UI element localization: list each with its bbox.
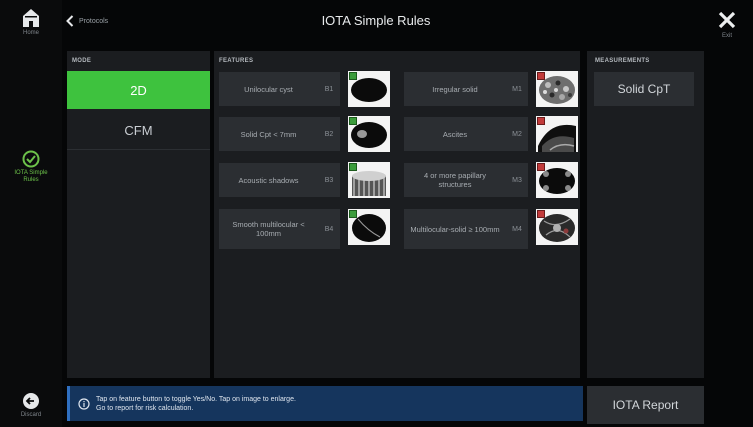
ultrasound-thumbnail-m2[interactable] [536, 116, 578, 152]
feature-label: Acoustic shadows [238, 175, 299, 185]
mode-header: MODE [72, 58, 92, 64]
left-rail: Home IOTA Simple Rules Discard [0, 0, 62, 427]
feature-code: B4 [324, 225, 334, 233]
feature-label: Irregular solid [432, 84, 478, 94]
feature-button-b1[interactable]: Unilocular cyst B1 [219, 72, 340, 106]
feature-button-m3[interactable]: 4 or more papillary structures M3 [404, 163, 528, 197]
ultrasound-thumbnail-m4[interactable] [536, 209, 578, 245]
feature-button-b4[interactable]: Smooth multilocular < 100mm B4 [219, 209, 340, 249]
feature-button-b2[interactable]: Solid Cpt < 7mm B2 [219, 117, 340, 151]
feature-code: M1 [512, 85, 522, 93]
discard-button[interactable]: Discard [0, 392, 62, 419]
mode-2d-button[interactable]: 2D [67, 71, 210, 109]
benign-marker-icon [349, 210, 357, 218]
iota-rules-nav[interactable]: IOTA Simple Rules [0, 150, 62, 184]
info-text: Tap on feature button to toggle Yes/No. … [96, 395, 296, 413]
info-bar: Tap on feature button to toggle Yes/No. … [67, 386, 583, 421]
feature-label: Smooth multilocular < 100mm [232, 220, 305, 238]
feature-button-b3[interactable]: Acoustic shadows B3 [219, 163, 340, 197]
discard-icon [23, 393, 39, 409]
feature-code: M3 [512, 176, 522, 184]
measurements-header: MEASUREMENTS [595, 58, 650, 64]
feature-button-m4[interactable]: Multilocular-solid ≥ 100mm M4 [404, 209, 528, 249]
info-icon [78, 397, 90, 410]
info-line-2: Go to report for risk calculation. [96, 404, 194, 412]
close-icon [718, 11, 736, 29]
check-circle-icon [22, 150, 40, 168]
home-button[interactable]: Home [0, 8, 62, 37]
feature-button-m2[interactable]: Ascites M2 [404, 117, 528, 151]
feature-label: Unilocular cyst [244, 84, 293, 94]
feature-label: Solid Cpt < 7mm [240, 129, 297, 139]
feature-code: M4 [512, 225, 522, 233]
page-title: IOTA Simple Rules [321, 13, 431, 28]
features-header: FEATURES [219, 58, 254, 64]
feature-button-m1[interactable]: Irregular solid M1 [404, 72, 528, 106]
exit-button[interactable]: Exit [701, 0, 753, 60]
mode-cfm-button[interactable]: CFM [67, 111, 210, 150]
feature-code: B3 [324, 176, 334, 184]
malignant-marker-icon [537, 163, 545, 171]
solid-cpt-button[interactable]: Solid CpT [594, 72, 694, 106]
malignant-marker-icon [537, 117, 545, 125]
top-bar: Protocols IOTA Simple Rules [62, 0, 690, 44]
malignant-marker-icon [537, 72, 545, 80]
ultrasound-thumbnail-b3[interactable] [348, 162, 390, 198]
feature-label: Multilocular-solid ≥ 100mm [410, 224, 500, 234]
benign-marker-icon [349, 117, 357, 125]
benign-marker-icon [349, 163, 357, 171]
feature-code: B1 [324, 85, 334, 93]
iota-report-button[interactable]: IOTA Report [587, 386, 704, 424]
feature-code: M2 [512, 130, 522, 138]
home-label: Home [22, 30, 39, 36]
home-icon [23, 9, 39, 27]
info-line-1: Tap on feature button to toggle Yes/No. … [96, 395, 296, 403]
ultrasound-thumbnail-b4[interactable] [348, 209, 390, 245]
ultrasound-thumbnail-m1[interactable] [536, 71, 578, 107]
ultrasound-thumbnail-b2[interactable] [348, 116, 390, 152]
exit-label: Exit [721, 33, 732, 39]
ultrasound-thumbnail-m3[interactable] [536, 162, 578, 198]
feature-code: B2 [324, 130, 334, 138]
feature-label: Ascites [442, 129, 468, 139]
benign-marker-icon [349, 72, 357, 80]
malignant-marker-icon [537, 210, 545, 218]
discard-label: Discard [20, 412, 42, 418]
iota-nav-label: IOTA Simple Rules [14, 170, 48, 183]
feature-label: 4 or more papillary structures [423, 171, 487, 189]
ultrasound-thumbnail-b1[interactable] [348, 71, 390, 107]
